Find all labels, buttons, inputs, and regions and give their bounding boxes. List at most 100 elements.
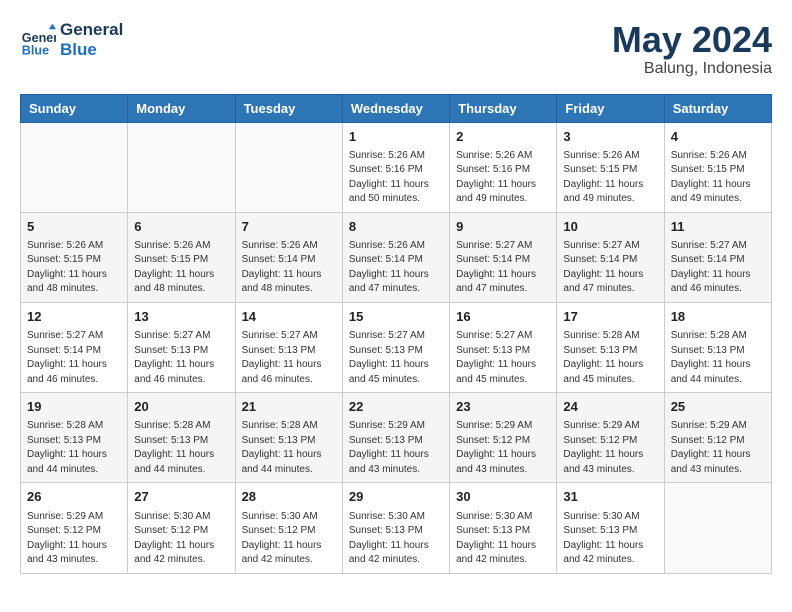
- day-info: Sunrise: 5:26 AM Sunset: 5:15 PM Dayligh…: [563, 149, 657, 207]
- calendar-week-row: 26 Sunrise: 5:29 AM Sunset: 5:12 PM Dayli…: [21, 483, 772, 573]
- day-info: Sunrise: 5:27 AM Sunset: 5:14 PM Dayligh…: [27, 329, 121, 387]
- location: Balung, Indonesia: [612, 60, 772, 78]
- calendar-week-row: 19 Sunrise: 5:28 AM Sunset: 5:13 PM Dayli…: [21, 393, 772, 483]
- col-tuesday: Tuesday: [235, 94, 342, 122]
- day-info: Sunrise: 5:30 AM Sunset: 5:13 PM Dayligh…: [456, 510, 550, 568]
- title-area: May 2024 Balung, Indonesia: [612, 20, 772, 78]
- day-number: 22: [349, 398, 443, 416]
- col-thursday: Thursday: [450, 94, 557, 122]
- table-row: 18 Sunrise: 5:28 AM Sunset: 5:13 PM Dayli…: [664, 302, 771, 392]
- calendar-week-row: 5 Sunrise: 5:26 AM Sunset: 5:15 PM Daylig…: [21, 212, 772, 302]
- svg-text:Blue: Blue: [22, 43, 49, 57]
- col-friday: Friday: [557, 94, 664, 122]
- day-number: 8: [349, 218, 443, 236]
- table-row: 9 Sunrise: 5:27 AM Sunset: 5:14 PM Daylig…: [450, 212, 557, 302]
- table-row: 5 Sunrise: 5:26 AM Sunset: 5:15 PM Daylig…: [21, 212, 128, 302]
- day-number: 15: [349, 308, 443, 326]
- table-row: [664, 483, 771, 573]
- day-info: Sunrise: 5:26 AM Sunset: 5:16 PM Dayligh…: [456, 149, 550, 207]
- table-row: [21, 122, 128, 212]
- col-monday: Monday: [128, 94, 235, 122]
- day-info: Sunrise: 5:30 AM Sunset: 5:13 PM Dayligh…: [349, 510, 443, 568]
- logo-text-blue: Blue: [60, 40, 123, 60]
- table-row: 22Sunrise: 5:29 AM Sunset: 5:13 PM Dayli…: [342, 393, 449, 483]
- calendar-week-row: 12 Sunrise: 5:27 AM Sunset: 5:14 PM Dayli…: [21, 302, 772, 392]
- table-row: 1 Sunrise: 5:26 AM Sunset: 5:16 PM Daylig…: [342, 122, 449, 212]
- table-row: 13 Sunrise: 5:27 AM Sunset: 5:13 PM Dayli…: [128, 302, 235, 392]
- table-row: 14Sunrise: 5:27 AM Sunset: 5:13 PM Dayli…: [235, 302, 342, 392]
- calendar-header-row: Sunday Monday Tuesday Wednesday Thursday…: [21, 94, 772, 122]
- day-number: 1: [349, 128, 443, 146]
- day-info: Sunrise: 5:26 AM Sunset: 5:15 PM Dayligh…: [27, 239, 121, 297]
- day-number: 6: [134, 218, 228, 236]
- day-number: 12: [27, 308, 121, 326]
- table-row: 24Sunrise: 5:29 AM Sunset: 5:12 PM Dayli…: [557, 393, 664, 483]
- calendar: Sunday Monday Tuesday Wednesday Thursday…: [20, 94, 772, 574]
- col-sunday: Sunday: [21, 94, 128, 122]
- table-row: [128, 122, 235, 212]
- day-info: Sunrise: 5:26 AM Sunset: 5:14 PM Dayligh…: [242, 239, 336, 297]
- day-info: Sunrise: 5:26 AM Sunset: 5:15 PM Dayligh…: [671, 149, 765, 207]
- table-row: 27 Sunrise: 5:30 AM Sunset: 5:12 PM Dayli…: [128, 483, 235, 573]
- table-row: 4 Sunrise: 5:26 AM Sunset: 5:15 PM Daylig…: [664, 122, 771, 212]
- day-info: Sunrise: 5:27 AM Sunset: 5:14 PM Dayligh…: [671, 239, 765, 297]
- table-row: 10 Sunrise: 5:27 AM Sunset: 5:14 PM Dayli…: [557, 212, 664, 302]
- logo-text-general: General: [60, 20, 123, 40]
- day-number: 19: [27, 398, 121, 416]
- day-info: Sunrise: 5:27 AM Sunset: 5:13 PM Dayligh…: [456, 329, 550, 387]
- table-row: 2 Sunrise: 5:26 AM Sunset: 5:16 PM Daylig…: [450, 122, 557, 212]
- table-row: 3 Sunrise: 5:26 AM Sunset: 5:15 PM Daylig…: [557, 122, 664, 212]
- day-info: Sunrise: 5:26 AM Sunset: 5:16 PM Dayligh…: [349, 149, 443, 207]
- day-number: 27: [134, 488, 228, 506]
- table-row: 20Sunrise: 5:28 AM Sunset: 5:13 PM Dayli…: [128, 393, 235, 483]
- table-row: 8 Sunrise: 5:26 AM Sunset: 5:14 PM Daylig…: [342, 212, 449, 302]
- day-info: Sunrise: 5:28 AM Sunset: 5:13 PM Dayligh…: [242, 419, 336, 477]
- table-row: 11 Sunrise: 5:27 AM Sunset: 5:14 PM Dayli…: [664, 212, 771, 302]
- day-info: Sunrise: 5:28 AM Sunset: 5:13 PM Dayligh…: [671, 329, 765, 387]
- day-info: Sunrise: 5:26 AM Sunset: 5:14 PM Dayligh…: [349, 239, 443, 297]
- table-row: 29 Sunrise: 5:30 AM Sunset: 5:13 PM Dayli…: [342, 483, 449, 573]
- day-number: 4: [671, 128, 765, 146]
- day-number: 9: [456, 218, 550, 236]
- day-number: 28: [242, 488, 336, 506]
- table-row: 21Sunrise: 5:28 AM Sunset: 5:13 PM Dayli…: [235, 393, 342, 483]
- day-number: 3: [563, 128, 657, 146]
- day-info: Sunrise: 5:30 AM Sunset: 5:12 PM Dayligh…: [242, 510, 336, 568]
- day-number: 23: [456, 398, 550, 416]
- day-number: 31: [563, 488, 657, 506]
- table-row: 7Sunrise: 5:26 AM Sunset: 5:14 PM Daylig…: [235, 212, 342, 302]
- table-row: 16 Sunrise: 5:27 AM Sunset: 5:13 PM Dayli…: [450, 302, 557, 392]
- table-row: 6 Sunrise: 5:26 AM Sunset: 5:15 PM Daylig…: [128, 212, 235, 302]
- table-row: 19Sunrise: 5:28 AM Sunset: 5:13 PM Dayli…: [21, 393, 128, 483]
- day-number: 10: [563, 218, 657, 236]
- day-info: Sunrise: 5:27 AM Sunset: 5:14 PM Dayligh…: [563, 239, 657, 297]
- table-row: [235, 122, 342, 212]
- table-row: 15Sunrise: 5:27 AM Sunset: 5:13 PM Dayli…: [342, 302, 449, 392]
- day-number: 26: [27, 488, 121, 506]
- day-info: Sunrise: 5:27 AM Sunset: 5:14 PM Dayligh…: [456, 239, 550, 297]
- day-info: Sunrise: 5:30 AM Sunset: 5:12 PM Dayligh…: [134, 510, 228, 568]
- day-number: 30: [456, 488, 550, 506]
- table-row: 17Sunrise: 5:28 AM Sunset: 5:13 PM Dayli…: [557, 302, 664, 392]
- logo-icon: General Blue: [20, 22, 56, 58]
- table-row: 31Sunrise: 5:30 AM Sunset: 5:13 PM Dayli…: [557, 483, 664, 573]
- day-number: 13: [134, 308, 228, 326]
- header: General Blue General Blue May 2024 Balun…: [20, 20, 772, 78]
- day-number: 5: [27, 218, 121, 236]
- day-info: Sunrise: 5:29 AM Sunset: 5:12 PM Dayligh…: [456, 419, 550, 477]
- day-info: Sunrise: 5:27 AM Sunset: 5:13 PM Dayligh…: [242, 329, 336, 387]
- day-number: 11: [671, 218, 765, 236]
- day-number: 16: [456, 308, 550, 326]
- day-info: Sunrise: 5:26 AM Sunset: 5:15 PM Dayligh…: [134, 239, 228, 297]
- day-info: Sunrise: 5:28 AM Sunset: 5:13 PM Dayligh…: [134, 419, 228, 477]
- day-info: Sunrise: 5:29 AM Sunset: 5:12 PM Dayligh…: [27, 510, 121, 568]
- table-row: 28 Sunrise: 5:30 AM Sunset: 5:12 PM Dayli…: [235, 483, 342, 573]
- calendar-week-row: 1 Sunrise: 5:26 AM Sunset: 5:16 PM Daylig…: [21, 122, 772, 212]
- day-number: 29: [349, 488, 443, 506]
- day-number: 18: [671, 308, 765, 326]
- col-wednesday: Wednesday: [342, 94, 449, 122]
- day-number: 24: [563, 398, 657, 416]
- day-number: 17: [563, 308, 657, 326]
- day-number: 2: [456, 128, 550, 146]
- day-info: Sunrise: 5:27 AM Sunset: 5:13 PM Dayligh…: [134, 329, 228, 387]
